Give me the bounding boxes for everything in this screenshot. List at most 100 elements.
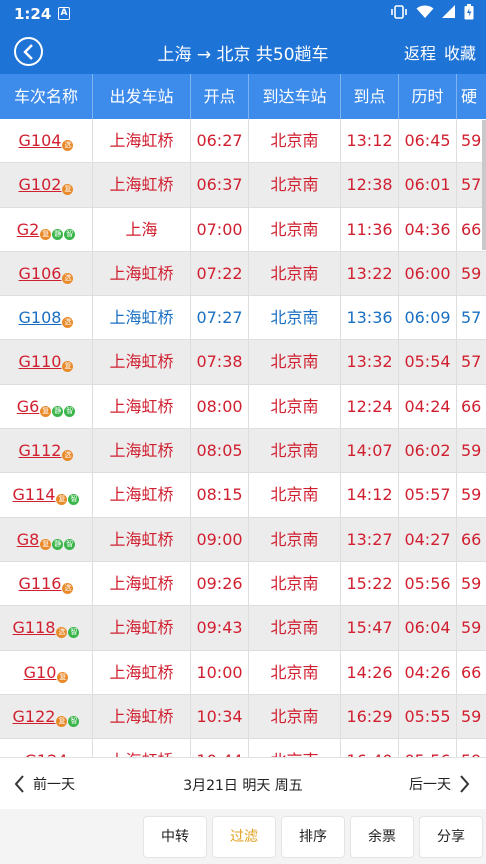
return-trip-button[interactable]: 返程 <box>404 40 436 64</box>
departure-time: 08:00 <box>191 384 249 429</box>
table-header: 车次名称 出发车站 开点 到达车站 到点 历时 硬 <box>0 74 486 119</box>
train-number-cell[interactable]: G104 选 <box>0 119 93 163</box>
train-number-cell[interactable]: G106 选 <box>0 251 93 296</box>
duration: 06:04 <box>399 606 457 651</box>
train-feature-badge: 智 <box>68 494 80 506</box>
train-number-link[interactable]: G104 <box>19 131 62 150</box>
train-number-cell[interactable]: G118 选智 <box>0 606 93 651</box>
column-header-train[interactable]: 车次名称 <box>0 74 93 119</box>
arrival-station: 北京南 <box>249 429 341 474</box>
table-row[interactable]: G108 选上海虹桥 07:27 北京南 13:36 06:09 57 <box>0 296 486 341</box>
table-row[interactable]: G102 复上海虹桥 06:37 北京南 12:38 06:01 57 <box>0 163 486 208</box>
table-row[interactable]: G2 复静智上海 07:00 北京南 11:36 04:36 66 <box>0 207 486 252</box>
departure-time: 09:00 <box>191 517 249 562</box>
table-row[interactable]: G116 选上海虹桥 09:26 北京南 15:22 05:56 59 <box>0 561 486 607</box>
table-row[interactable]: G10 复上海虹桥 10:00 北京南 14:26 04:26 66 <box>0 650 486 695</box>
transfer-button[interactable]: 中转 <box>143 816 207 858</box>
column-header-from[interactable]: 出发车站 <box>93 74 191 119</box>
train-feature-badge: 静 <box>52 405 64 417</box>
arrival-time: 13:36 <box>341 296 399 341</box>
arrival-time: 15:22 <box>341 561 399 606</box>
column-header-departure[interactable]: 开点 <box>191 74 249 119</box>
arrival-station: 北京南 <box>249 739 341 757</box>
hard-seat-price: 66 <box>461 529 482 549</box>
remaining-tickets-button[interactable]: 余票 <box>350 816 414 858</box>
train-number-link[interactable]: G108 <box>19 308 62 327</box>
train-number-cell[interactable]: G10 复 <box>0 650 93 695</box>
hard-seat-price: 57 <box>461 308 482 328</box>
departure-station: 上海虹桥 <box>93 119 191 163</box>
share-button[interactable]: 分享 <box>419 816 483 858</box>
duration: 04:27 <box>399 517 457 562</box>
column-header-duration[interactable]: 历时 <box>399 74 457 119</box>
departure-time: 09:43 <box>191 606 249 651</box>
sort-button[interactable]: 排序 <box>281 816 345 858</box>
bottom-toolbar: 中转 过滤 排序 余票 分享 <box>0 809 486 864</box>
train-number-cell[interactable]: G108 选 <box>0 296 93 341</box>
departure-station: 上海虹桥 <box>93 473 191 518</box>
arrival-time: 15:47 <box>341 606 399 651</box>
train-number-link[interactable]: G114 <box>13 485 56 504</box>
next-day-label: 后一天 <box>409 777 451 793</box>
train-feature-badge: 复 <box>56 494 68 506</box>
table-row[interactable]: G110 复上海虹桥 07:38 北京南 13:32 05:54 57 <box>0 340 486 385</box>
table-row[interactable]: G114 复智上海虹桥 08:15 北京南 14:12 05:57 59 <box>0 473 486 518</box>
arrival-time: 12:24 <box>341 384 399 429</box>
filter-button[interactable]: 过滤 <box>212 816 276 858</box>
train-number-link[interactable]: G116 <box>19 574 62 593</box>
train-number-cell[interactable]: G8 复静智 <box>0 517 93 562</box>
train-list[interactable]: G104 选上海虹桥 06:27 北京南 13:12 06:45 59 G102 复上海虹桥 06… <box>0 119 486 757</box>
table-row[interactable]: G124上海虹桥10:44北京南16:4005:5659 <box>0 739 486 757</box>
arrival-time: 14:26 <box>341 650 399 695</box>
train-number-cell[interactable]: G114 复智 <box>0 473 93 518</box>
train-number-link[interactable]: G118 <box>13 618 56 637</box>
arrival-station: 北京南 <box>249 384 341 429</box>
arrival-time: 13:22 <box>341 251 399 296</box>
train-number-cell[interactable]: G112 选 <box>0 429 93 474</box>
table-row[interactable]: G6 复静智上海虹桥 08:00 北京南 12:24 04:24 66 <box>0 384 486 430</box>
train-number-link[interactable]: G106 <box>19 264 62 283</box>
train-number-link[interactable]: G2 <box>17 220 40 239</box>
next-day-button[interactable]: 后一天 <box>409 774 470 794</box>
arrival-station: 北京南 <box>249 251 341 296</box>
departure-time: 06:27 <box>191 119 249 163</box>
train-number-cell[interactable]: G110 复 <box>0 340 93 385</box>
train-number-link[interactable]: G8 <box>17 530 40 549</box>
table-row[interactable]: G104 选上海虹桥 06:27 北京南 13:12 06:45 59 <box>0 119 486 164</box>
train-number-link[interactable]: G6 <box>17 397 40 416</box>
favorite-button[interactable]: 收藏 <box>444 40 476 64</box>
departure-station: 上海 <box>93 207 191 252</box>
train-feature-badge: 复 <box>56 715 68 727</box>
scrollbar[interactable] <box>482 120 486 250</box>
hard-seat-price: 59 <box>461 441 482 461</box>
train-feature-badge: 选 <box>62 582 74 594</box>
arrival-station: 北京南 <box>249 650 341 695</box>
train-number-cell[interactable]: G6 复静智 <box>0 384 93 429</box>
column-header-arrival[interactable]: 到点 <box>341 74 399 119</box>
train-number-link[interactable]: G112 <box>19 441 62 460</box>
arrival-station: 北京南 <box>249 340 341 385</box>
train-number-cell[interactable]: G124 <box>0 739 93 757</box>
status-icons <box>390 4 474 20</box>
train-number-cell[interactable]: G122 复智 <box>0 694 93 739</box>
table-row[interactable]: G106 选上海虹桥 07:22 北京南 13:22 06:00 59 <box>0 251 486 297</box>
column-header-hard-seat[interactable]: 硬 <box>457 74 486 119</box>
arrival-station: 北京南 <box>249 606 341 651</box>
arrival-time: 16:40 <box>341 739 399 757</box>
table-row[interactable]: G118 选智上海虹桥 09:43 北京南 15:47 06:04 59 <box>0 606 486 651</box>
table-row[interactable]: G112 选上海虹桥 08:05 北京南 14:07 06:02 59 <box>0 429 486 474</box>
departure-station: 上海虹桥 <box>93 561 191 606</box>
column-header-to[interactable]: 到达车站 <box>249 74 341 119</box>
hard-seat-price: 59 <box>461 485 482 505</box>
train-number-cell[interactable]: G102 复 <box>0 163 93 208</box>
train-number-cell[interactable]: G2 复静智 <box>0 207 93 252</box>
train-number-link[interactable]: G102 <box>19 175 62 194</box>
table-row[interactable]: G122 复智上海虹桥 10:34 北京南 16:29 05:55 59 <box>0 694 486 740</box>
train-number-cell[interactable]: G116 选 <box>0 561 93 606</box>
notification-icon: A <box>58 7 70 20</box>
train-number-link[interactable]: G110 <box>19 352 62 371</box>
departure-station: 上海虹桥 <box>93 694 191 739</box>
table-row[interactable]: G8 复静智上海虹桥 09:00 北京南 13:27 04:27 66 <box>0 517 486 562</box>
train-number-link[interactable]: G10 <box>24 663 57 682</box>
train-number-link[interactable]: G122 <box>13 707 56 726</box>
